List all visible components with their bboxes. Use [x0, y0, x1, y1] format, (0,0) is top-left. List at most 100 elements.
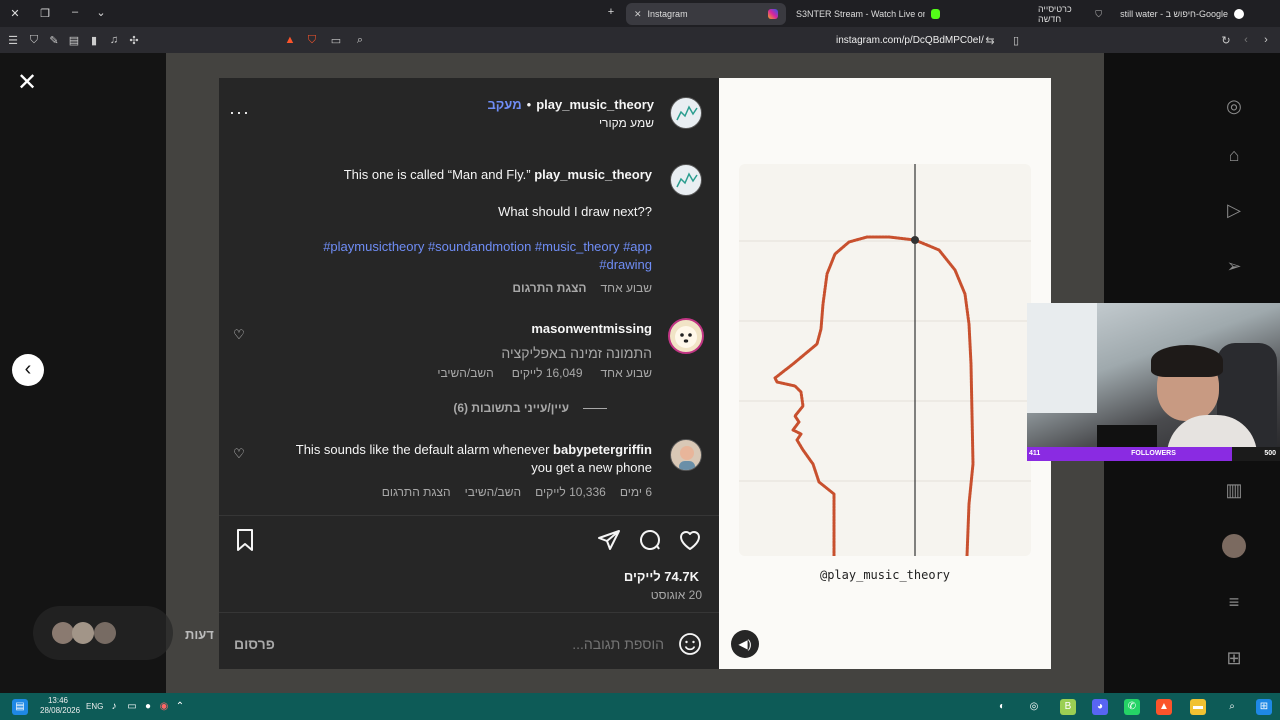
reels-icon: ▷: [1227, 200, 1241, 220]
sidebar-icon[interactable]: ▮: [86, 32, 102, 48]
brave-shield-icon[interactable]: ⛉: [304, 32, 320, 48]
bookmark-icon[interactable]: ▯: [1008, 32, 1024, 48]
post-comment-button[interactable]: פרסום: [234, 636, 275, 652]
back-icon[interactable]: ‹: [1238, 32, 1254, 48]
comment-icon[interactable]: [638, 528, 662, 552]
browser-toolbar: ☰ ⛉ ✎ ▤ ▮ ♫ ✣ ▲ ⛉ ▭ ⌕ instagram.com/p/Dc…: [0, 27, 1280, 53]
comment-username[interactable]: masonwentmissing: [531, 321, 652, 336]
caption-text: This one is called “Man and Fly.”: [343, 167, 531, 182]
start-menu-icon[interactable]: ⊞: [1256, 699, 1272, 715]
follow-button[interactable]: מעקב: [487, 97, 521, 112]
post-media[interactable]: @play_music_theory ◀): [719, 78, 1051, 669]
caption-time[interactable]: שבוע אחד: [601, 281, 652, 295]
forward-icon[interactable]: ›: [1258, 32, 1274, 48]
language-indicator[interactable]: ENG: [86, 702, 103, 711]
close-window-icon[interactable]: ✕: [0, 7, 30, 20]
person-avatar-graphic: [679, 446, 695, 470]
caption-meta: שבוע אחד הצגת התרגום: [512, 281, 652, 295]
like-comment-heart-icon[interactable]: ♡: [232, 328, 246, 342]
file-explorer-icon[interactable]: ▬: [1190, 699, 1206, 715]
microphone: [1097, 425, 1157, 447]
tabs-icon[interactable]: ▤: [66, 32, 82, 48]
followers-goal: 500: [1264, 450, 1276, 457]
reply-link[interactable]: השב/השיבי: [437, 366, 493, 380]
restore-window-icon[interactable]: ❐: [30, 7, 60, 20]
tab-list-chevron-icon[interactable]: ⌄: [86, 6, 116, 19]
site-settings-icon[interactable]: ⇆: [982, 32, 998, 48]
screenshot-icon[interactable]: ▭: [328, 32, 344, 48]
caption-hashtag-drawing[interactable]: #drawing: [599, 257, 652, 272]
author-avatar[interactable]: [670, 97, 702, 129]
music-icon[interactable]: ♫: [106, 32, 122, 48]
new-tab-icon[interactable]: +: [596, 6, 626, 18]
comment-line-2: you get a new phone: [531, 460, 652, 475]
reload-icon[interactable]: ↻: [1218, 32, 1234, 48]
caption-username[interactable]: play_music_theory: [534, 167, 652, 182]
previous-post-button[interactable]: ‹: [12, 354, 44, 386]
clock[interactable]: 13:46 28/08/2026: [40, 696, 80, 716]
brave-browser-icon[interactable]: ▲: [1156, 699, 1172, 715]
see-translation-link[interactable]: הצגת התרגום: [512, 281, 586, 295]
extensions-icon[interactable]: ✣: [126, 32, 142, 48]
instagram-favicon-icon: [768, 9, 778, 19]
followers-goal-bar: 411 FOLLOWERS 500: [1027, 447, 1280, 461]
network-icon[interactable]: ▭: [124, 699, 140, 715]
search-icon[interactable]: ⌕: [1224, 699, 1240, 715]
recording-icon[interactable]: ◉: [156, 699, 172, 715]
like-heart-icon[interactable]: [678, 528, 702, 552]
author-username[interactable]: play_music_theory: [536, 97, 654, 112]
tab-kick[interactable]: S3NTER Stream - Watch Live on Kick: [788, 3, 948, 25]
add-comment-input[interactable]: [329, 632, 664, 656]
save-bookmark-icon[interactable]: [234, 528, 256, 552]
comment-text: התמונה זמינה באפליקציה: [501, 345, 652, 361]
tray-chevron-icon[interactable]: ⌃: [172, 699, 188, 715]
commenter-avatar[interactable]: [668, 318, 704, 354]
close-modal-icon[interactable]: ✕: [16, 68, 38, 97]
menu-icon[interactable]: ☰: [5, 32, 21, 48]
commenter-avatar[interactable]: [670, 439, 702, 471]
mute-toggle-button[interactable]: ◀): [731, 630, 759, 658]
comment-time[interactable]: 6 ימים: [620, 485, 652, 499]
b-app-icon[interactable]: B: [1060, 699, 1076, 715]
url-field[interactable]: instagram.com/p/DcQBdMPC0eI/: [836, 35, 984, 46]
reply-link[interactable]: השב/השיבי: [465, 485, 521, 499]
comment-likes[interactable]: 10,336 לייקים: [535, 485, 606, 499]
close-tab-icon[interactable]: ✕: [634, 9, 642, 20]
comment-username[interactable]: babypetergriffin: [553, 442, 652, 457]
discord-icon[interactable]: ◕: [1092, 699, 1108, 715]
audio-label[interactable]: שמע מקורי: [599, 116, 654, 130]
caption-line-2: What should I draw next??: [498, 204, 652, 219]
more-menu-icon: ≡: [1228, 592, 1240, 612]
tab-google[interactable]: still water - חיפוש ב-Google: [1112, 3, 1252, 25]
emoji-icon[interactable]: [678, 632, 702, 656]
brave-rewards-icon[interactable]: ▲: [282, 32, 298, 48]
tab-new[interactable]: כרטיסייה חדשה ⛉: [1030, 3, 1110, 25]
comment-time[interactable]: שבוע אחד: [601, 366, 652, 380]
tab-label: S3NTER Stream - Watch Live on Kick: [796, 9, 926, 19]
steam-icon[interactable]: ◎: [1026, 699, 1042, 715]
post-date[interactable]: 20 אוגוסט: [651, 588, 702, 602]
speaker-icon: ◀): [738, 637, 752, 651]
like-comment-heart-icon[interactable]: ♡: [232, 447, 246, 461]
caption-line-1: This one is called “Man and Fly.” play_m…: [344, 167, 652, 182]
caption-hashtags[interactable]: #playmusictheory #soundandmotion #music_…: [323, 239, 652, 254]
shield-icon[interactable]: ⛉: [26, 32, 42, 48]
tab-instagram[interactable]: ✕ Instagram: [626, 3, 786, 25]
microphone-icon[interactable]: ●: [140, 699, 156, 715]
view-replies-label: עיין/עייני בתשובות (6): [453, 401, 569, 415]
more-options-icon[interactable]: ···: [229, 102, 250, 123]
comment-likes[interactable]: 16,049 לייקים: [512, 366, 583, 380]
volume-icon[interactable]: ♪: [106, 699, 122, 715]
see-translation-link[interactable]: הצגת התרגום: [382, 485, 451, 499]
search-icon[interactable]: ⌕: [352, 32, 368, 48]
view-replies-button[interactable]: עיין/עייני בתשובות (6): [453, 401, 607, 415]
post-comments-pane: ··· play_music_theory • מעקב שמע מקורי T…: [219, 78, 719, 669]
notifications-icon[interactable]: ▤: [12, 699, 28, 715]
whatsapp-icon[interactable]: ✆: [1124, 699, 1140, 715]
obs-icon[interactable]: ◐: [994, 699, 1010, 715]
streamer-hair: [1151, 345, 1223, 377]
pin-icon[interactable]: ✎: [46, 32, 62, 48]
likes-count[interactable]: 74.7K לייקים: [624, 569, 699, 584]
caption-avatar[interactable]: [670, 164, 702, 196]
share-icon[interactable]: [597, 528, 621, 552]
